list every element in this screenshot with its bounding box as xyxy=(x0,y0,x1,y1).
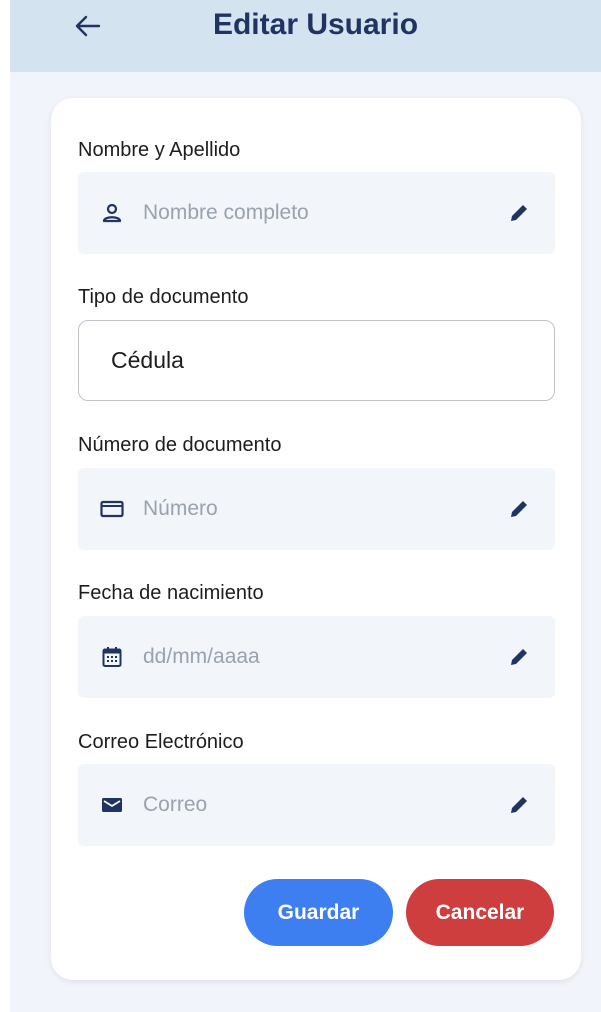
birth-date-edit-button[interactable] xyxy=(501,639,537,675)
doc-type-label: Tipo de documento xyxy=(78,286,249,308)
save-button[interactable]: Guardar xyxy=(244,879,393,946)
mail-icon xyxy=(98,791,126,819)
doc-number-field[interactable]: Número xyxy=(78,468,555,550)
page-title: Editar Usuario xyxy=(212,8,419,41)
card-icon xyxy=(98,495,126,523)
email-field[interactable]: Correo xyxy=(78,764,555,846)
name-label: Nombre y Apellido xyxy=(78,139,241,161)
doc-number-placeholder: Número xyxy=(143,497,218,520)
birth-date-field[interactable]: dd/mm/aaaa xyxy=(78,616,555,698)
pencil-icon xyxy=(511,797,527,813)
email-placeholder: Correo xyxy=(143,793,208,816)
cancel-button[interactable]: Cancelar xyxy=(406,879,554,946)
doc-type-select[interactable]: Cédula xyxy=(78,320,555,401)
doc-number-edit-button[interactable] xyxy=(501,491,537,527)
calendar-icon xyxy=(98,643,126,671)
pencil-icon xyxy=(511,501,527,517)
pencil-icon xyxy=(511,205,527,221)
email-label: Correo Electrónico xyxy=(78,731,244,753)
email-edit-button[interactable] xyxy=(501,787,537,823)
doc-type-value: Cédula xyxy=(111,347,184,373)
pencil-icon xyxy=(511,649,527,665)
doc-number-label: Número de documento xyxy=(78,434,282,456)
name-placeholder: Nombre completo xyxy=(143,201,309,224)
birth-date-label: Fecha de nacimiento xyxy=(78,582,264,604)
app-bar: Editar Usuario xyxy=(10,0,601,72)
person-icon xyxy=(98,199,126,227)
birth-date-placeholder: dd/mm/aaaa xyxy=(143,645,260,668)
name-edit-button[interactable] xyxy=(501,195,537,231)
name-field[interactable]: Nombre completo xyxy=(78,172,555,254)
